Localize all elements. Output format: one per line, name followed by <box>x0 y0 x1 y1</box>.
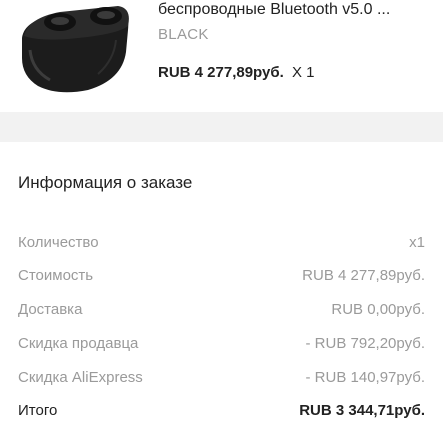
info-row-cost: Стоимость RUB 4 277,89руб. <box>18 265 425 287</box>
quantity-value: x1 <box>409 234 425 251</box>
product-price-line: RUB 4 277,89руб. X 1 <box>158 63 314 83</box>
info-row-aliexpress-discount: Скидка AliExpress - RUB 140,97руб. <box>18 367 425 389</box>
info-row-shipping: Доставка RUB 0,00руб. <box>18 299 425 321</box>
info-row-total: Итого RUB 3 344,71руб. <box>18 400 425 422</box>
product-variant: BLACK <box>158 26 209 43</box>
info-row-quantity: Количество x1 <box>18 232 425 254</box>
order-info-section: Информация о заказе Количество x1 Стоимо… <box>0 142 443 440</box>
info-row-seller-discount: Скидка продавца - RUB 792,20руб. <box>18 333 425 355</box>
shipping-value: RUB 0,00руб. <box>331 301 425 318</box>
product-card[interactable]: беспроводные Bluetooth v5.0 ... BLACK RU… <box>0 0 443 112</box>
aliexpress-discount-label: Скидка AliExpress <box>18 369 143 386</box>
order-info-title: Информация о заказе <box>18 173 193 192</box>
product-quantity: X 1 <box>291 64 315 81</box>
total-value: RUB 3 344,71руб. <box>299 402 425 419</box>
quantity-label: Количество <box>18 234 99 251</box>
section-divider <box>0 112 443 142</box>
cost-label: Стоимость <box>18 267 94 284</box>
total-label: Итого <box>18 402 58 419</box>
seller-discount-label: Скидка продавца <box>18 335 139 352</box>
earbuds-product-image[interactable] <box>18 0 138 100</box>
product-title[interactable]: беспроводные Bluetooth v5.0 ... <box>158 0 390 20</box>
seller-discount-value: - RUB 792,20руб. <box>305 335 425 352</box>
aliexpress-discount-value: - RUB 140,97руб. <box>305 369 425 386</box>
product-price: RUB 4 277,89руб. <box>158 64 284 81</box>
earbuds-icon <box>22 6 129 93</box>
shipping-label: Доставка <box>18 301 83 318</box>
cost-value: RUB 4 277,89руб. <box>302 267 425 284</box>
